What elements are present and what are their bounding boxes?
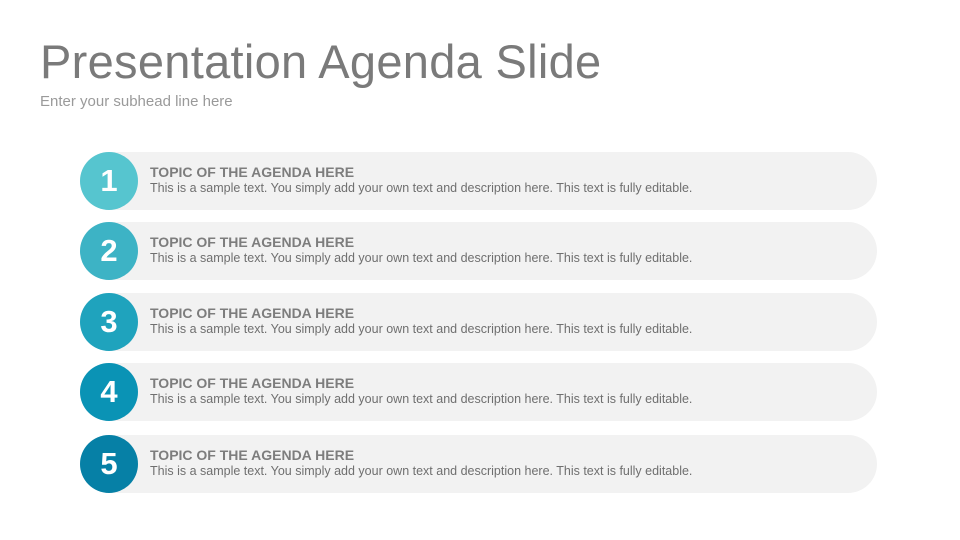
agenda-item-title: TOPIC OF THE AGENDA HERE	[150, 234, 355, 250]
agenda-item-title: TOPIC OF THE AGENDA HERE	[150, 447, 355, 463]
agenda-number-badge: 4	[80, 363, 138, 421]
agenda-item-title: TOPIC OF THE AGENDA HERE	[150, 164, 355, 180]
agenda-item-4: 4 TOPIC OF THE AGENDA HERE This is a sam…	[80, 363, 877, 421]
agenda-item-description: This is a sample text. You simply add yo…	[150, 251, 693, 265]
agenda-item-1: 1 TOPIC OF THE AGENDA HERE This is a sam…	[80, 152, 877, 210]
agenda-list: 1 TOPIC OF THE AGENDA HERE This is a sam…	[80, 0, 877, 540]
agenda-item-description: This is a sample text. You simply add yo…	[150, 181, 693, 195]
agenda-item-title: TOPIC OF THE AGENDA HERE	[150, 305, 355, 321]
agenda-item-description: This is a sample text. You simply add yo…	[150, 392, 693, 406]
agenda-item-3: 3 TOPIC OF THE AGENDA HERE This is a sam…	[80, 293, 877, 351]
agenda-number-badge: 2	[80, 222, 138, 280]
agenda-item-2: 2 TOPIC OF THE AGENDA HERE This is a sam…	[80, 222, 877, 280]
agenda-item-description: This is a sample text. You simply add yo…	[150, 464, 693, 478]
agenda-number-badge: 1	[80, 152, 138, 210]
agenda-item-title: TOPIC OF THE AGENDA HERE	[150, 375, 355, 391]
agenda-item-5: 5 TOPIC OF THE AGENDA HERE This is a sam…	[80, 435, 877, 493]
agenda-item-description: This is a sample text. You simply add yo…	[150, 322, 693, 336]
agenda-number-badge: 5	[80, 435, 138, 493]
agenda-number-badge: 3	[80, 293, 138, 351]
